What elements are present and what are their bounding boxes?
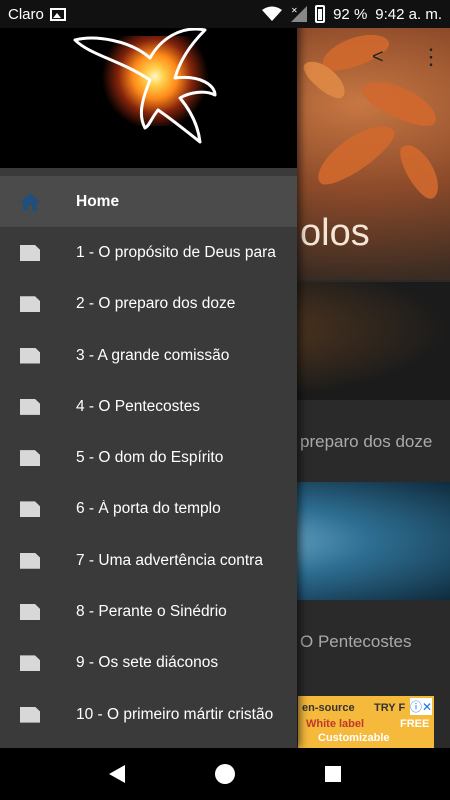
clock: 9:42 a. m. xyxy=(375,5,442,23)
carrier-label: Claro xyxy=(8,5,44,23)
drawer-item-label: 3 - A grande comissão xyxy=(76,346,230,364)
ad-line-2: White label xyxy=(306,718,365,730)
page-icon xyxy=(20,552,40,569)
ad-close-icon[interactable]: ⓘ✕ xyxy=(409,698,432,715)
page-icon xyxy=(20,604,40,621)
share-icon[interactable]: < xyxy=(372,46,384,69)
drawer-item-label: 8 - Perante o Sinédrio xyxy=(76,603,227,621)
ad-banner[interactable]: en-source TRY F White label FREE Customi… xyxy=(298,696,434,748)
ad-line-2-right: FREE xyxy=(400,718,430,730)
drawer-menu: Home 1 - O propósito de Deus para 2 - O … xyxy=(0,176,297,740)
battery-icon xyxy=(315,5,326,23)
home-icon xyxy=(18,190,42,214)
status-bar: Claro ✕ 92 % 9:42 a. m. xyxy=(0,0,450,28)
wifi-icon xyxy=(262,6,283,21)
drawer-item-6[interactable]: 6 - À porta do templo xyxy=(0,484,297,535)
drawer-item-9[interactable]: 9 - Os sete diáconos xyxy=(0,638,297,689)
card-2-label[interactable]: O Pentecostes xyxy=(300,632,412,652)
more-options-icon[interactable]: ⋮ xyxy=(420,44,442,70)
drawer-item-label: 10 - O primeiro mártir cristão xyxy=(76,705,274,723)
hero-title: olos xyxy=(300,212,370,254)
drawer-item-label: 4 - O Pentecostes xyxy=(76,397,201,415)
ad-line-1: en-source xyxy=(302,702,355,714)
svg-text:✕: ✕ xyxy=(291,6,298,15)
drawer-item-5[interactable]: 5 - O dom do Espírito xyxy=(0,432,297,483)
drawer-item-1[interactable]: 1 - O propósito de Deus para xyxy=(0,227,297,278)
drawer-item-home[interactable]: Home xyxy=(0,176,297,228)
drawer-item-3[interactable]: 3 - A grande comissão xyxy=(0,330,297,381)
drawer-item-label: 1 - O propósito de Deus para xyxy=(76,243,276,261)
drawer-item-label: 5 - O dom do Espírito xyxy=(76,449,224,467)
page-icon xyxy=(20,347,40,364)
ad-line-3: Customizable xyxy=(318,732,390,744)
drawer-item-7[interactable]: 7 - Uma advertência contra xyxy=(0,535,297,586)
page-icon xyxy=(20,706,40,723)
page-icon xyxy=(20,244,40,261)
system-navigation-bar xyxy=(0,748,450,800)
home-button-icon[interactable] xyxy=(215,764,235,784)
ad-line-1-right: TRY F xyxy=(374,702,406,714)
page-icon xyxy=(20,501,40,518)
battery-percent: 92 % xyxy=(333,5,368,23)
image-notification-icon xyxy=(49,7,66,21)
card-1-label[interactable]: preparo dos doze xyxy=(300,432,432,452)
page-icon xyxy=(20,450,40,467)
drawer-item-label: 9 - Os sete diáconos xyxy=(76,654,219,672)
page-icon xyxy=(20,655,40,672)
drawer-item-4[interactable]: 4 - O Pentecostes xyxy=(0,381,297,432)
drawer-item-label: 6 - À porta do templo xyxy=(76,500,221,518)
drawer-item-2[interactable]: 2 - O preparo dos doze xyxy=(0,279,297,330)
drawer-item-label: Home xyxy=(76,192,120,210)
navigation-drawer: Home 1 - O propósito de Deus para 2 - O … xyxy=(0,0,297,748)
signal-icon: ✕ xyxy=(291,6,308,22)
page-icon xyxy=(20,398,40,415)
page-icon xyxy=(20,296,40,313)
drawer-item-8[interactable]: 8 - Perante o Sinédrio xyxy=(0,586,297,637)
back-icon[interactable] xyxy=(109,765,125,783)
drawer-item-10[interactable]: 10 - O primeiro mártir cristão xyxy=(0,689,297,740)
drawer-item-label: 2 - O preparo dos doze xyxy=(76,295,236,313)
recent-apps-icon[interactable] xyxy=(325,766,341,782)
drawer-item-label: 7 - Uma advertência contra xyxy=(76,551,263,569)
